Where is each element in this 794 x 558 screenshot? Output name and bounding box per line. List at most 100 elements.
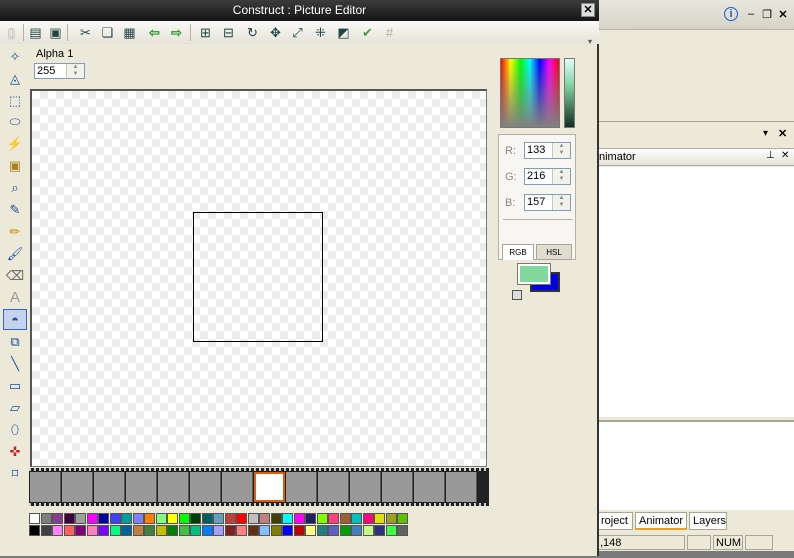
tab-project[interactable]: roject — [597, 512, 633, 530]
palette-swatch[interactable] — [121, 513, 132, 524]
brush-icon[interactable]: 🖌 — [3, 243, 27, 264]
palette-swatch[interactable] — [236, 525, 247, 536]
palette-swatch[interactable] — [63, 525, 75, 536]
palette-swatch[interactable] — [52, 525, 63, 536]
frame-thumbnail[interactable] — [62, 472, 93, 502]
palette-swatch[interactable] — [86, 525, 98, 536]
pin-icon[interactable]: ⊥ — [766, 150, 775, 161]
palette-swatch[interactable] — [98, 513, 109, 524]
palette-swatch[interactable] — [362, 513, 374, 524]
new-icon[interactable]: ▯ — [2, 23, 21, 42]
palette-swatch[interactable] — [339, 525, 351, 536]
palette-swatch[interactable] — [29, 525, 40, 536]
b-input[interactable]: 157 ▲ ▼ — [524, 194, 571, 211]
palette-swatch[interactable] — [155, 513, 167, 524]
palette-swatch[interactable] — [293, 525, 305, 536]
polygon-select-icon[interactable]: ◬ — [3, 68, 27, 89]
text-icon[interactable]: A — [3, 287, 27, 308]
palette-swatch[interactable] — [75, 513, 86, 524]
panel-close-icon[interactable]: ✕ — [778, 127, 787, 140]
ellipse-select-icon[interactable]: ⬭ — [3, 111, 27, 132]
line-icon[interactable]: ╲ — [3, 353, 27, 374]
tab-animator[interactable]: Animator — [635, 512, 687, 530]
minimize-icon[interactable]: – — [744, 7, 758, 21]
open-icon[interactable]: ▤ — [26, 23, 45, 42]
palette-swatch[interactable] — [224, 513, 236, 524]
rect-select-icon[interactable]: ⬚ — [3, 90, 27, 111]
frame-thumbnail[interactable] — [94, 472, 125, 502]
info-icon[interactable]: i — [724, 7, 738, 21]
frame-thumbnail[interactable] — [158, 472, 189, 502]
palette-swatch[interactable] — [201, 513, 213, 524]
frame-thumbnail[interactable] — [446, 472, 477, 502]
clone-icon[interactable]: ⧉ — [3, 331, 27, 352]
palette-swatch[interactable] — [75, 525, 86, 536]
palette-swatch[interactable] — [259, 513, 270, 524]
palette-swatch[interactable] — [247, 513, 259, 524]
palette-swatch[interactable] — [397, 525, 408, 536]
palette-swatch[interactable] — [374, 525, 385, 536]
zoom-icon[interactable]: ⌕ — [3, 177, 27, 198]
color-spectrum-picker[interactable] — [500, 58, 560, 128]
palette-swatch[interactable] — [213, 525, 224, 536]
magic-wand-icon[interactable]: ⚡ — [3, 133, 27, 154]
rotate-icon[interactable]: ↻ — [243, 23, 262, 42]
toolbar-overflow-icon[interactable]: ▾ — [588, 37, 592, 46]
palette-swatch[interactable] — [86, 513, 98, 524]
palette-swatch[interactable] — [385, 513, 397, 524]
alpha-value-input[interactable]: 255 ▲ ▼ — [34, 63, 85, 79]
palette-swatch[interactable] — [178, 525, 190, 536]
canvas-selection-rect[interactable] — [193, 212, 323, 342]
animator-close-icon[interactable]: ✕ — [781, 150, 789, 161]
flip-icon[interactable]: ✥ — [266, 23, 285, 42]
lasso-icon[interactable]: ✧ — [3, 46, 27, 67]
palette-swatch[interactable] — [63, 513, 75, 524]
apply-icon[interactable]: ✔ — [358, 23, 377, 42]
foreground-color-swatch[interactable] — [517, 263, 551, 285]
paste-icon[interactable]: ▦ — [120, 23, 139, 42]
palette-swatch[interactable] — [144, 513, 155, 524]
resize-canvas-icon[interactable]: ⊞ — [196, 23, 215, 42]
palette-swatch[interactable] — [52, 513, 63, 524]
panel-dropdown-icon[interactable]: ▾ — [763, 128, 768, 139]
g-spin-arrows[interactable]: ▲ ▼ — [552, 169, 570, 184]
tab-rgb[interactable]: RGB — [502, 244, 534, 260]
grid-icon[interactable]: # — [380, 23, 399, 42]
palette-swatch[interactable] — [385, 525, 397, 536]
editor-close-button[interactable]: ✕ — [581, 3, 595, 17]
palette-swatch[interactable] — [397, 513, 408, 524]
b-spin-arrows[interactable]: ▲ ▼ — [552, 195, 570, 210]
frame-thumbnail[interactable] — [414, 472, 445, 502]
stretch-icon[interactable]: ⤢ — [288, 23, 307, 42]
frame-thumbnail[interactable] — [286, 472, 317, 502]
palette-swatch[interactable] — [374, 513, 385, 524]
invert-icon[interactable]: ◩ — [334, 23, 353, 42]
palette-swatch[interactable] — [40, 525, 52, 536]
palette-swatch[interactable] — [109, 513, 121, 524]
tab-hsl[interactable]: HSL — [536, 244, 572, 260]
tab-layers[interactable]: Layers — [689, 512, 727, 530]
palette-swatch[interactable] — [362, 525, 374, 536]
palette-swatch[interactable] — [247, 525, 259, 536]
palette-swatch[interactable] — [259, 525, 270, 536]
palette-swatch[interactable] — [282, 513, 293, 524]
fill-icon[interactable]: ◓ — [3, 309, 27, 330]
frame-thumbnail[interactable] — [190, 472, 221, 502]
frame-thumbnail[interactable] — [30, 472, 61, 502]
frame-thumbnail[interactable] — [126, 472, 157, 502]
palette-swatch[interactable] — [236, 513, 247, 524]
palette-swatch[interactable] — [167, 513, 178, 524]
palette-swatch[interactable] — [282, 525, 293, 536]
palette-swatch[interactable] — [190, 525, 201, 536]
palette-swatch[interactable] — [270, 525, 282, 536]
copy-icon[interactable]: ❏ — [98, 23, 117, 42]
image-icon[interactable]: ▣ — [3, 155, 27, 176]
palette-swatch[interactable] — [305, 513, 316, 524]
eraser-icon[interactable]: ⌫ — [3, 265, 27, 286]
pencil-icon[interactable]: ✏ — [3, 221, 27, 242]
palette-swatch[interactable] — [293, 513, 305, 524]
palette-swatch[interactable] — [132, 513, 144, 524]
hotspot-tool-icon[interactable]: ✜ — [3, 441, 27, 462]
palette-swatch[interactable] — [132, 525, 144, 536]
g-input[interactable]: 216 ▲ ▼ — [524, 168, 571, 185]
